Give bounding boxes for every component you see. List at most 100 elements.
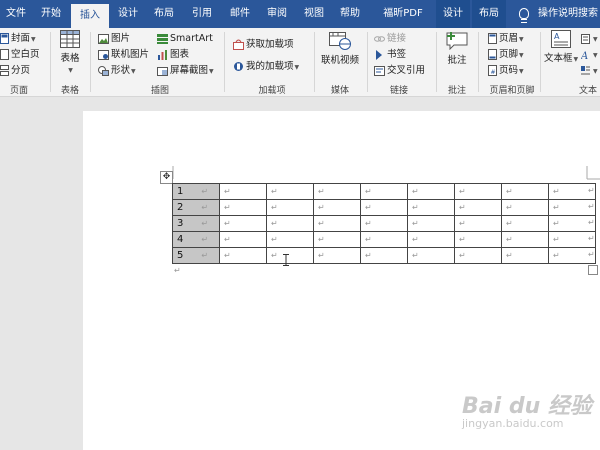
tab-view[interactable]: 视图	[298, 0, 330, 28]
cross-reference-button[interactable]: 交叉引用	[374, 63, 425, 78]
tab-home[interactable]: 开始	[34, 0, 68, 28]
my-addins-button[interactable]: 我的加载项▼	[233, 59, 299, 74]
table-cell[interactable]: ↵	[313, 231, 361, 248]
table-cell[interactable]: ↵	[313, 247, 361, 264]
cell-number-text: 4	[177, 234, 184, 245]
tab-design[interactable]: 设计	[112, 0, 144, 28]
text-cursor-icon	[283, 254, 289, 266]
pictures-label: 图片	[111, 33, 131, 44]
table-cell[interactable]: ↵	[360, 247, 408, 264]
tab-foxit-pdf[interactable]: 福昕PDF	[375, 0, 431, 28]
tab-table-layout[interactable]: 布局	[472, 0, 506, 28]
table-cell[interactable]: ↵	[266, 247, 314, 264]
table-cell[interactable]: ↵	[219, 215, 267, 232]
table-cell-number[interactable]: 4 ↵	[172, 231, 220, 248]
tab-table-design[interactable]: 设计	[436, 0, 470, 28]
watermark: Bai du 经验	[462, 394, 592, 419]
table-cell[interactable]: ↵	[454, 231, 502, 248]
table-cell-number[interactable]: 5 ↵	[172, 247, 220, 264]
get-addins-button[interactable]: 获取加载项	[233, 37, 294, 52]
table-cell[interactable]: ↵	[407, 247, 455, 264]
smartart-icon	[157, 33, 168, 44]
link-label: 链接	[387, 33, 407, 44]
drop-cap-button[interactable]: ▼	[581, 63, 598, 78]
table-cell[interactable]: ↵	[407, 215, 455, 232]
table-cell-number[interactable]: 2 ↵	[172, 199, 220, 216]
blank-page-label: 空白页	[11, 49, 40, 60]
table-cell[interactable]: ↵	[454, 183, 502, 200]
table-cell[interactable]: ↵	[266, 215, 314, 232]
link-button[interactable]: 链接	[374, 31, 406, 46]
table-cell[interactable]: ↵	[219, 231, 267, 248]
table-cell[interactable]: ↵	[501, 183, 549, 200]
table-cell[interactable]: ↵	[454, 199, 502, 216]
table-cell[interactable]: ↵	[360, 183, 408, 200]
screenshot-button[interactable]: 屏幕截图▼	[157, 63, 214, 78]
blank-page-button[interactable]: 空白页	[0, 47, 40, 62]
cross-reference-label: 交叉引用	[387, 65, 426, 76]
row-end-mark: ↵	[588, 234, 595, 243]
footer-button[interactable]: 页脚▼	[488, 47, 524, 62]
table-cell[interactable]: ↵	[407, 231, 455, 248]
online-video-button[interactable]: 联机视频	[318, 30, 362, 66]
tab-file[interactable]: 文件	[0, 0, 32, 28]
page-number-button[interactable]: # 页码▼	[488, 63, 524, 78]
cover-page-button[interactable]: 封面▼	[0, 31, 36, 46]
table-cell[interactable]: ↵	[313, 183, 361, 200]
table-cell-number[interactable]: 3 ↵	[172, 215, 220, 232]
shapes-button[interactable]: 形状▼	[98, 63, 136, 78]
table-cell-number[interactable]: 1 ↵	[172, 183, 220, 200]
group-label-addins: 加载项	[258, 86, 286, 96]
cell-paragraph-mark: ↵	[271, 187, 278, 196]
tab-review[interactable]: 审阅	[261, 0, 293, 28]
header-label: 页眉	[499, 33, 519, 44]
table-button[interactable]: 表格 ▼	[55, 30, 85, 75]
table-cell[interactable]: ↵	[266, 231, 314, 248]
get-addins-label: 获取加载项	[246, 39, 294, 50]
comment-button[interactable]: 批注	[443, 30, 471, 66]
ribbon-tab-bar: 文件 开始 插入 设计 布局 引用 邮件 审阅 视图 帮助 福昕PDF 设计 布…	[0, 0, 600, 28]
table-cell[interactable]: ↵	[407, 199, 455, 216]
table-cell[interactable]: ↵	[266, 199, 314, 216]
table-cell[interactable]: ↵	[313, 199, 361, 216]
table-resize-handle[interactable]	[588, 265, 598, 275]
my-addins-label: 我的加载项	[246, 61, 294, 72]
cell-paragraph-mark: ↵	[553, 219, 560, 228]
text-box-button[interactable]: A 文本框▼	[544, 30, 578, 64]
table-cell[interactable]: ↵	[501, 199, 549, 216]
table-cell[interactable]: ↵	[501, 215, 549, 232]
tab-help[interactable]: 帮助	[334, 0, 366, 28]
cell-paragraph-mark: ↵	[224, 251, 231, 260]
table-cell[interactable]: ↵	[501, 247, 549, 264]
table-cell[interactable]: ↵	[501, 231, 549, 248]
online-pictures-button[interactable]: 联机图片	[98, 47, 149, 62]
table-cell[interactable]: ↵	[219, 199, 267, 216]
table-cell[interactable]: ↵	[454, 215, 502, 232]
smartart-button[interactable]: SmartArt	[157, 31, 213, 46]
bookmark-button[interactable]: 书签	[374, 47, 406, 62]
chart-button[interactable]: 图表	[157, 47, 189, 62]
table-cell[interactable]: ↵	[313, 215, 361, 232]
table-cell[interactable]: ↵	[360, 231, 408, 248]
wordart-button[interactable]: A ▼	[581, 47, 598, 62]
tab-insert[interactable]: 插入	[71, 4, 109, 28]
table-cell[interactable]: ↵	[454, 247, 502, 264]
table-cell[interactable]: ↵	[266, 183, 314, 200]
table-cell[interactable]: ↵	[219, 183, 267, 200]
page-break-button[interactable]: 分页	[0, 63, 30, 78]
tab-layout[interactable]: 布局	[148, 0, 180, 28]
tell-me-search[interactable]: 操作说明搜索	[538, 0, 600, 28]
tab-references[interactable]: 引用	[186, 0, 218, 28]
group-separator	[367, 32, 368, 92]
table-cell[interactable]: ↵	[219, 247, 267, 264]
table-button-label: 表格	[60, 53, 80, 64]
quick-parts-button[interactable]: ▼	[581, 31, 598, 46]
table-cell[interactable]: ↵	[407, 183, 455, 200]
header-button[interactable]: 页眉▼	[488, 31, 524, 46]
table-cell[interactable]: ↵	[360, 199, 408, 216]
cross-reference-icon	[374, 65, 385, 76]
tab-mailings[interactable]: 邮件	[224, 0, 256, 28]
document-table: 1 ↵ ↵ ↵ ↵ ↵ ↵ ↵ ↵ ↵ 2 ↵ ↵ ↵ ↵ ↵ ↵ ↵ ↵ ↵ 3 ↵ ↵ ↵ ↵ ↵ ↵ ↵ ↵ ↵ 4 ↵ ↵ ↵ ↵ ↵ ↵ ↵ ↵ ↵…	[172, 183, 596, 264]
pictures-button[interactable]: 图片	[98, 31, 130, 46]
table-cell[interactable]: ↵	[360, 215, 408, 232]
